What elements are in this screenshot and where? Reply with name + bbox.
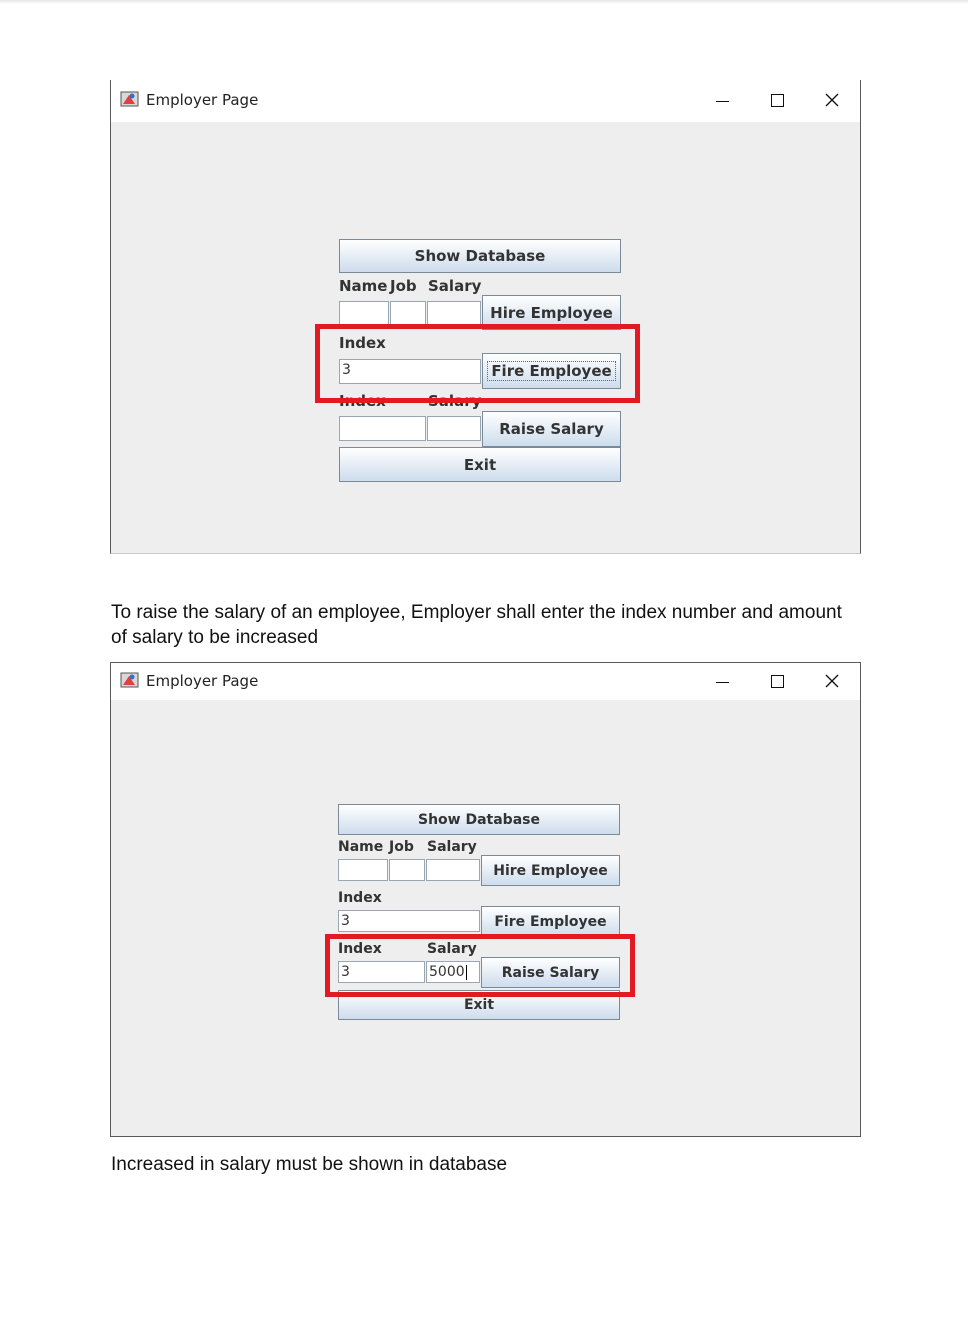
job-label: Job — [390, 277, 417, 295]
employer-page-window: Employer Page Show Database Name Job Sal… — [110, 662, 861, 1137]
maximize-button[interactable] — [763, 87, 791, 113]
close-button[interactable] — [818, 668, 846, 694]
minimize-icon — [715, 682, 729, 683]
java-app-icon — [120, 91, 139, 107]
job-label: Job — [389, 839, 414, 855]
name-field[interactable] — [338, 859, 388, 881]
job-field[interactable] — [390, 301, 426, 326]
close-icon — [825, 93, 839, 107]
hire-employee-button[interactable]: Hire Employee — [481, 855, 620, 886]
window-title: Employer Page — [146, 91, 259, 109]
maximize-icon — [770, 93, 784, 107]
page-top-edge — [0, 0, 968, 4]
highlight-fire-section — [315, 324, 640, 403]
employer-page-window: Employer Page Show Database Name Job Sal… — [110, 80, 861, 554]
close-icon — [825, 674, 839, 688]
minimize-icon — [715, 101, 729, 102]
job-field[interactable] — [389, 859, 425, 881]
name-field[interactable] — [339, 301, 389, 326]
title-bar[interactable]: Employer Page — [111, 663, 860, 700]
name-label: Name — [339, 277, 388, 295]
salary-field[interactable] — [426, 859, 480, 881]
show-database-button[interactable]: Show Database — [338, 804, 620, 835]
window-title: Employer Page — [146, 672, 259, 690]
maximize-icon — [770, 674, 784, 688]
name-label: Name — [338, 839, 384, 855]
minimize-button[interactable] — [708, 87, 736, 113]
salary-field[interactable] — [427, 301, 481, 326]
raise-salary-field[interactable] — [427, 416, 481, 441]
minimize-button[interactable] — [708, 668, 736, 694]
raise-instructions-caption: To raise the salary of an employee, Empl… — [111, 602, 842, 648]
raise-salary-button[interactable]: Raise Salary — [482, 411, 621, 447]
fire-index-field[interactable]: 3 — [338, 910, 480, 932]
fire-employee-button[interactable]: Fire Employee — [481, 906, 620, 937]
raise-index-field[interactable] — [339, 416, 426, 441]
result-note-caption: Increased in salary must be shown in dat… — [111, 1154, 508, 1175]
show-database-button[interactable]: Show Database — [339, 239, 621, 273]
java-app-icon — [120, 672, 139, 688]
highlight-raise-section — [325, 934, 635, 997]
exit-button[interactable]: Exit — [339, 447, 621, 482]
index-label: Index — [338, 890, 382, 906]
maximize-button[interactable] — [763, 668, 791, 694]
salary-label: Salary — [427, 839, 477, 855]
close-button[interactable] — [818, 87, 846, 113]
salary-label: Salary — [428, 277, 482, 295]
title-bar[interactable]: Employer Page — [111, 80, 860, 122]
